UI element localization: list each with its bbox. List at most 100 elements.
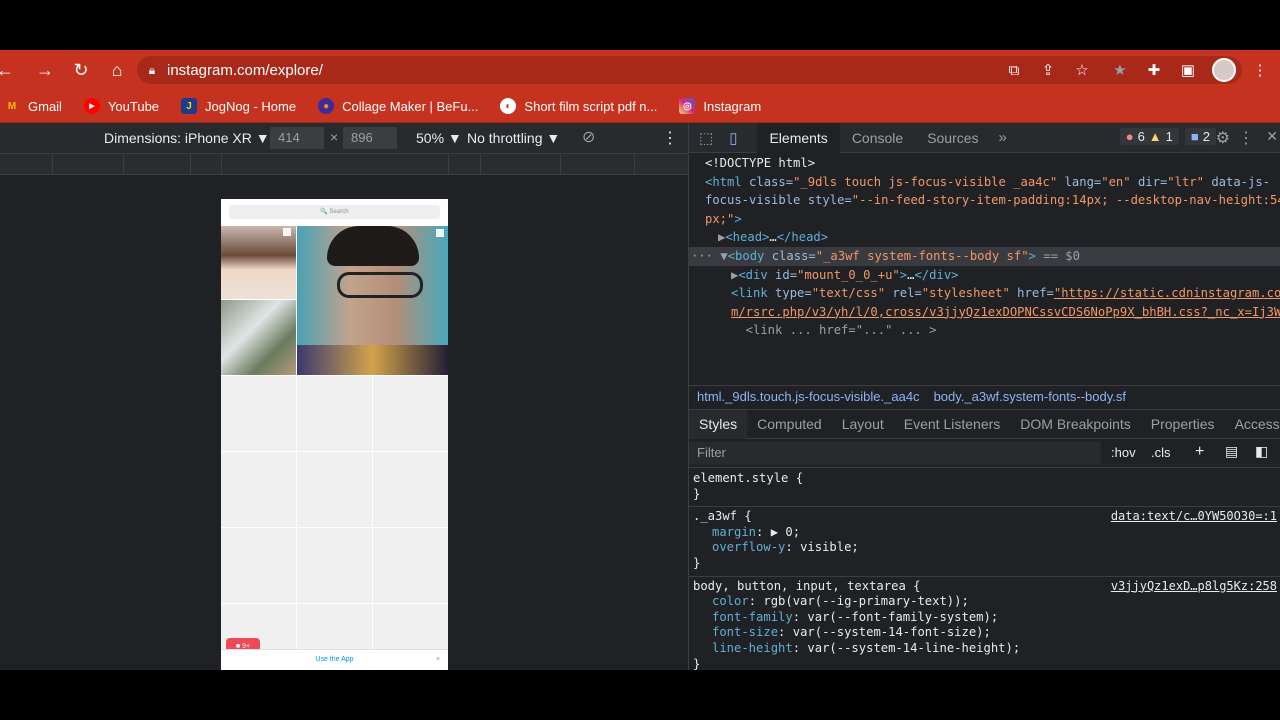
bookmark-collage-maker[interactable]: ● Collage Maker | BeFu... (318, 98, 478, 114)
explore-tile-placeholder[interactable] (297, 604, 372, 654)
throttling-select[interactable]: No throttling ▼ (467, 130, 560, 146)
tab-layout[interactable]: Layout (832, 410, 894, 439)
css-property-name[interactable]: line-height (712, 641, 793, 655)
dom-node-line[interactable]: m/rsrc.php/v3/yh/l/0,cross/v3jjyQz1exDOP… (689, 303, 1280, 322)
explore-tile-placeholder[interactable] (221, 376, 296, 451)
inspect-element-icon[interactable]: ⬚ (691, 129, 721, 147)
css-rules-pane[interactable]: element.style {} ._a3wf {data:text/c…0YW5… (689, 469, 1280, 670)
device-height-input[interactable]: 896 (343, 127, 397, 149)
back-icon[interactable]: ← (0, 53, 14, 87)
bookmark-gmail[interactable]: M Gmail (4, 98, 62, 114)
css-property-value[interactable]: visible; (800, 540, 859, 554)
breadcrumb-body[interactable]: body._a3wf.system-fonts--body.sf (934, 389, 1126, 404)
error-count[interactable]: ● 6 ▲ 1 (1119, 128, 1179, 145)
css-property-value[interactable]: var(--font-family-system); (807, 610, 998, 624)
breadcrumb-html[interactable]: html._9dls.touch.js-focus-visible._aa4c (697, 389, 920, 404)
tab-sources[interactable]: Sources (915, 123, 990, 153)
more-tabs-icon[interactable]: » (991, 129, 1015, 146)
explore-photo[interactable] (221, 300, 296, 375)
bookmark-jognog[interactable]: J JogNog - Home (181, 98, 296, 114)
tab-dom-breakpoints[interactable]: DOM Breakpoints (1010, 410, 1140, 439)
css-source-link[interactable]: v3jjyQz1exD…p8lg5Kz:258 (1111, 579, 1277, 595)
css-property-value[interactable]: rgb(var(--ig-primary-text)); (763, 594, 968, 608)
explore-tile-placeholder[interactable] (373, 452, 448, 527)
paint-icon[interactable]: ▤ (1225, 443, 1238, 460)
css-declaration[interactable]: font-family: var(--font-family-system); (693, 610, 1277, 626)
zoom-select[interactable]: 50% ▼ (416, 130, 462, 146)
dom-node-line[interactable]: px;"> (689, 210, 1280, 229)
styles-filter-input[interactable]: Filter (689, 442, 1101, 464)
open-in-app-icon[interactable]: ⧉ (1004, 62, 1024, 79)
css-property-name[interactable]: color (712, 594, 749, 608)
explore-video[interactable] (297, 226, 448, 375)
css-property-name[interactable]: font-family (712, 610, 793, 624)
explore-tile-placeholder[interactable] (297, 528, 372, 603)
extension-star-icon[interactable]: ★ (1110, 61, 1130, 79)
dom-node-line[interactable]: ▶<head>…</head> (689, 228, 1280, 247)
reload-icon[interactable]: ↻ (64, 53, 98, 87)
use-the-app-banner[interactable]: Use the App × (221, 649, 448, 670)
css-rule[interactable]: element.style {} (689, 469, 1280, 508)
explore-tile-placeholder[interactable] (297, 452, 372, 527)
dom-node-line[interactable]: ▶<div id="mount_0_0_+u">…</div> (689, 266, 1280, 285)
address-bar[interactable]: 🔒︎ instagram.com/explore/ ⧉ ⇪ ☆ (137, 56, 1242, 84)
explore-tile-placeholder[interactable] (373, 604, 448, 654)
css-property-name[interactable]: margin (712, 525, 756, 539)
css-declaration[interactable]: font-size: var(--system-14-font-size); (693, 625, 1277, 641)
bookmark-youtube[interactable]: ▶ YouTube (83, 98, 159, 114)
side-panel-icon[interactable]: ▣ (1178, 61, 1198, 79)
dom-node-line[interactable]: focus-visible style="--in-feed-story-ite… (689, 191, 1280, 210)
css-source-link[interactable]: data:text/c…0YW50O30=:1 (1111, 509, 1277, 525)
bookmark-short-film[interactable]: ◐ Short film script pdf n... (500, 98, 657, 114)
home-icon[interactable]: ⌂ (100, 53, 134, 87)
dom-tree[interactable]: <!DOCTYPE html> <html class="_9dls touch … (689, 154, 1280, 380)
device-dimensions-select[interactable]: Dimensions: iPhone XR ▼ (104, 130, 270, 146)
css-property-value[interactable]: ▶ 0; (771, 525, 800, 539)
extensions-puzzle-icon[interactable]: ✚ (1144, 61, 1164, 79)
bookmark-instagram[interactable]: ◎ Instagram (679, 98, 761, 114)
css-declaration[interactable]: overflow-y: visible; (693, 540, 1277, 556)
hov-toggle[interactable]: :hov (1111, 445, 1136, 460)
dom-node-line[interactable]: <!DOCTYPE html> (689, 154, 1280, 173)
explore-tile-placeholder[interactable] (221, 452, 296, 527)
chrome-menu-icon[interactable]: ⋮ (1250, 61, 1270, 79)
tab-computed[interactable]: Computed (747, 410, 832, 439)
devtools-close-icon[interactable]: ✕ (1266, 128, 1278, 145)
explore-tile-placeholder[interactable] (297, 376, 372, 451)
device-toggle-icon[interactable]: ▯ (721, 129, 745, 147)
tab-console[interactable]: Console (840, 123, 915, 153)
explore-photo[interactable] (221, 226, 296, 299)
sidebar-toggle-icon[interactable]: ◧ (1255, 443, 1268, 460)
new-rule-icon[interactable]: + (1195, 443, 1204, 461)
share-icon[interactable]: ⇪ (1038, 61, 1058, 79)
use-app-link[interactable]: Use the App (315, 656, 353, 663)
css-rule[interactable]: ._a3wf {data:text/c…0YW50O30=:1 margin: ▶… (689, 507, 1280, 577)
css-rule[interactable]: body, button, input, textarea {v3jjyQz1e… (689, 577, 1280, 670)
message-count[interactable]: ■ 2 (1184, 128, 1216, 145)
css-property-name[interactable]: overflow-y (712, 540, 785, 554)
device-more-icon[interactable]: ⋮ (662, 128, 678, 148)
tab-accessibility[interactable]: Accessibility (1225, 410, 1280, 439)
explore-tile-placeholder[interactable] (373, 528, 448, 603)
dom-node-line[interactable]: <link type="text/css" rel="stylesheet" h… (689, 284, 1280, 303)
css-declaration[interactable]: margin: ▶ 0; (693, 525, 1277, 541)
css-property-value[interactable]: var(--system-14-line-height); (807, 641, 1020, 655)
css-property-value[interactable]: var(--system-14-font-size); (793, 625, 991, 639)
explore-tile-placeholder[interactable] (373, 376, 448, 451)
tab-properties[interactable]: Properties (1141, 410, 1225, 439)
settings-gear-icon[interactable]: ⚙ (1216, 128, 1230, 148)
css-declaration[interactable]: line-height: var(--system-14-line-height… (693, 641, 1277, 657)
issue-counters[interactable]: ● 6 ▲ 1 ■ 2 (1119, 128, 1216, 145)
dom-node-line[interactable]: <link ... href="..." ... > (689, 321, 1280, 340)
css-property-name[interactable]: font-size (712, 625, 778, 639)
explore-tile-placeholder[interactable] (221, 528, 296, 603)
bookmark-star-icon[interactable]: ☆ (1072, 61, 1092, 79)
css-declaration[interactable]: color: rgb(var(--ig-primary-text)); (693, 594, 1277, 610)
dom-node-line[interactable]: <html class="_9dls touch js-focus-visibl… (689, 173, 1280, 192)
dom-node-line[interactable]: ··· ▼<body class="_a3wf system-fonts--bo… (689, 246, 1280, 266)
css-selector[interactable]: element.style { (693, 471, 1277, 487)
tab-event-listeners[interactable]: Event Listeners (894, 410, 1011, 439)
tab-styles[interactable]: Styles (689, 409, 748, 439)
close-icon[interactable]: × (436, 650, 440, 670)
devtools-menu-icon[interactable]: ⋮ (1238, 128, 1254, 148)
